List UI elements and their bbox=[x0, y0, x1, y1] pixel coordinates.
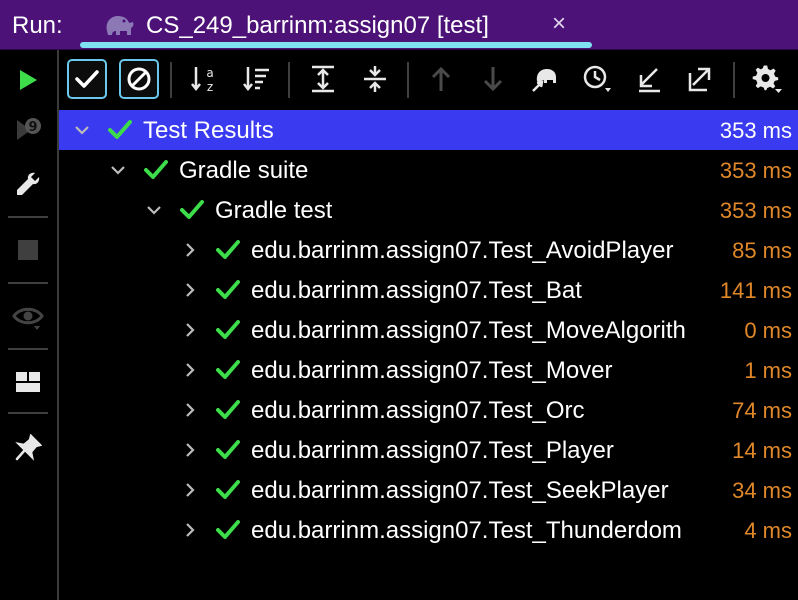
test-class-row[interactable]: edu.barrinm.assign07.Test_Thunderdom 4 ms bbox=[59, 510, 798, 550]
toolbar-separator bbox=[733, 62, 735, 98]
test-duration: 4 ms bbox=[744, 518, 792, 543]
chevron-right-icon[interactable] bbox=[181, 400, 199, 420]
settings-gear-icon[interactable] bbox=[747, 59, 787, 99]
svg-text:9: 9 bbox=[28, 120, 37, 135]
previous-test-icon[interactable] bbox=[421, 59, 461, 99]
show-ignored-icon[interactable] bbox=[119, 59, 159, 99]
pin-icon[interactable] bbox=[10, 430, 46, 466]
passed-check-icon bbox=[107, 119, 133, 141]
test-results-tree: Test Results 353 ms Gradle suite 353 ms Grad… bbox=[59, 110, 798, 600]
sort-by-duration-icon[interactable] bbox=[237, 59, 277, 99]
run-configuration-tab[interactable]: CS_249_barrinm:assign07 [test] × bbox=[80, 0, 592, 50]
layout-icon[interactable] bbox=[10, 364, 46, 400]
tab-title: CS_249_barrinm:assign07 [test] bbox=[146, 12, 489, 39]
test-name: Gradle test bbox=[215, 197, 333, 224]
test-name: edu.barrinm.assign07.Test_MoveAlgorith bbox=[251, 317, 686, 344]
test-class-row[interactable]: edu.barrinm.assign07.Test_Mover 1 ms bbox=[59, 350, 798, 390]
eye-icon[interactable] bbox=[10, 300, 46, 336]
run-tool-window-header: Run: CS_249_barrinm:assign07 [test] × bbox=[0, 0, 798, 50]
chevron-down-icon[interactable] bbox=[73, 120, 91, 140]
test-name: edu.barrinm.assign07.Test_Orc bbox=[251, 397, 585, 424]
passed-check-icon bbox=[215, 279, 241, 301]
test-class-row[interactable]: edu.barrinm.assign07.Test_MoveAlgorith 0 … bbox=[59, 310, 798, 350]
test-duration: 353 ms bbox=[719, 198, 792, 223]
test-group-row[interactable]: Gradle suite 353 ms bbox=[59, 150, 798, 190]
left-toolbar: 9 bbox=[0, 50, 58, 600]
test-duration: 0 ms bbox=[744, 318, 792, 343]
wrench-icon[interactable] bbox=[10, 166, 46, 202]
rerun-icon[interactable] bbox=[10, 62, 46, 98]
run-label: Run: bbox=[12, 12, 63, 39]
chevron-right-icon[interactable] bbox=[181, 320, 199, 340]
test-class-row[interactable]: edu.barrinm.assign07.Test_SeekPlayer 34 m… bbox=[59, 470, 798, 510]
passed-check-icon bbox=[215, 319, 241, 341]
test-duration: 1 ms bbox=[744, 358, 792, 383]
toolbar-separator bbox=[170, 62, 172, 98]
close-tab-icon[interactable]: × bbox=[552, 10, 566, 38]
toolbar-separator bbox=[8, 412, 48, 414]
tree-root-row[interactable]: Test Results 353 ms bbox=[59, 110, 798, 150]
toolbar-separator bbox=[407, 62, 409, 98]
test-name: edu.barrinm.assign07.Test_Player bbox=[251, 437, 614, 464]
test-duration: 141 ms bbox=[719, 278, 792, 303]
passed-check-icon bbox=[143, 159, 169, 181]
test-name: edu.barrinm.assign07.Test_Mover bbox=[251, 357, 613, 384]
chevron-right-icon[interactable] bbox=[181, 480, 199, 500]
toolbar-separator bbox=[8, 282, 48, 284]
test-duration: 74 ms bbox=[732, 398, 792, 423]
toolbar-separator bbox=[288, 62, 290, 98]
passed-check-icon bbox=[215, 479, 241, 501]
history-icon[interactable] bbox=[577, 59, 617, 99]
chevron-right-icon[interactable] bbox=[181, 280, 199, 300]
passed-check-icon bbox=[215, 359, 241, 381]
test-name: Test Results bbox=[143, 117, 274, 144]
test-name: edu.barrinm.assign07.Test_Thunderdom bbox=[251, 517, 682, 544]
passed-check-icon bbox=[179, 199, 205, 221]
export-icon[interactable] bbox=[681, 59, 721, 99]
rerun-failed-icon[interactable]: 9 bbox=[10, 112, 46, 148]
import-icon[interactable] bbox=[629, 59, 669, 99]
next-test-icon[interactable] bbox=[473, 59, 513, 99]
chevron-down-icon[interactable] bbox=[109, 160, 127, 180]
stop-icon[interactable] bbox=[10, 232, 46, 268]
sort-alphabetically-icon[interactable]: a z bbox=[185, 59, 225, 99]
chevron-right-icon[interactable] bbox=[181, 240, 199, 260]
test-name: edu.barrinm.assign07.Test_Bat bbox=[251, 277, 582, 304]
test-duration: 353 ms bbox=[719, 158, 792, 183]
test-class-row[interactable]: edu.barrinm.assign07.Test_AvoidPlayer 85 … bbox=[59, 230, 798, 270]
toolbar-separator bbox=[8, 348, 48, 350]
test-duration: 353 ms bbox=[719, 118, 792, 143]
passed-check-icon bbox=[215, 239, 241, 261]
test-duration: 34 ms bbox=[732, 478, 792, 503]
passed-check-icon bbox=[215, 399, 241, 421]
test-name: edu.barrinm.assign07.Test_SeekPlayer bbox=[251, 477, 669, 504]
gradle-elephant-icon[interactable] bbox=[525, 59, 565, 99]
svg-text:z: z bbox=[207, 80, 213, 94]
chevron-down-icon[interactable] bbox=[145, 200, 163, 220]
test-group-row[interactable]: Gradle test 353 ms bbox=[59, 190, 798, 230]
test-duration: 14 ms bbox=[732, 438, 792, 463]
test-class-row[interactable]: edu.barrinm.assign07.Test_Orc 74 ms bbox=[59, 390, 798, 430]
gradle-elephant-icon bbox=[102, 11, 136, 39]
test-name: Gradle suite bbox=[179, 157, 309, 184]
test-class-row[interactable]: edu.barrinm.assign07.Test_Player 14 ms bbox=[59, 430, 798, 470]
chevron-right-icon[interactable] bbox=[181, 360, 199, 380]
test-duration: 85 ms bbox=[732, 238, 792, 263]
toolbar-separator bbox=[8, 216, 48, 218]
chevron-right-icon[interactable] bbox=[181, 520, 199, 540]
expand-all-icon[interactable] bbox=[303, 59, 343, 99]
test-class-row[interactable]: edu.barrinm.assign07.Test_Bat 141 ms bbox=[59, 270, 798, 310]
test-name: edu.barrinm.assign07.Test_AvoidPlayer bbox=[251, 237, 674, 264]
show-passed-icon[interactable] bbox=[67, 59, 107, 99]
test-runner-toolbar: a z bbox=[59, 50, 798, 110]
passed-check-icon bbox=[215, 519, 241, 541]
active-tab-indicator bbox=[80, 42, 592, 48]
passed-check-icon bbox=[215, 439, 241, 461]
chevron-right-icon[interactable] bbox=[181, 440, 199, 460]
collapse-all-icon[interactable] bbox=[355, 59, 395, 99]
svg-text:a: a bbox=[206, 66, 213, 80]
